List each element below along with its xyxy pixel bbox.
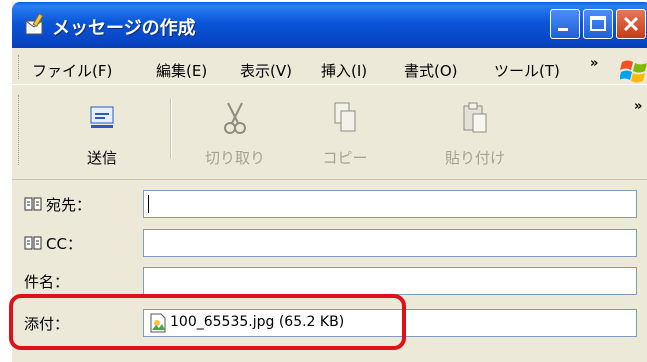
- toolbar-grip[interactable]: [18, 95, 21, 165]
- paste-label: 貼り付け: [444, 149, 505, 167]
- menu-file[interactable]: ファイル(F): [32, 60, 112, 81]
- menu-edit[interactable]: 編集(E): [156, 60, 207, 81]
- compose-icon: [24, 13, 48, 37]
- minimize-button[interactable]: [550, 9, 580, 39]
- cut-icon: [180, 101, 290, 141]
- send-label: 送信: [86, 149, 117, 167]
- subject-label: 件名：: [24, 273, 70, 291]
- send-button[interactable]: 送信: [62, 85, 142, 177]
- attachment-highlight: [9, 294, 406, 350]
- maximize-button[interactable]: [583, 9, 613, 39]
- maximize-icon: [590, 16, 606, 31]
- cut-button[interactable]: 切り取り: [180, 85, 290, 177]
- toolbar-overflow-chevron[interactable]: »: [634, 99, 642, 114]
- cc-label: CC：: [46, 235, 82, 253]
- menu-insert[interactable]: 挿入(I): [321, 60, 367, 81]
- to-field[interactable]: [143, 190, 637, 218]
- window-title: メッセージの作成: [52, 18, 196, 39]
- copy-button[interactable]: コピー: [290, 85, 400, 177]
- cut-label: 切り取り: [204, 149, 265, 167]
- windows-logo-icon: [619, 58, 647, 88]
- close-button[interactable]: [616, 9, 646, 39]
- cc-field[interactable]: [143, 229, 637, 257]
- to-label: 宛先：: [46, 196, 92, 214]
- title-bar[interactable]: メッセージの作成: [12, 2, 647, 48]
- to-row: 宛先：: [12, 186, 647, 224]
- menu-tools[interactable]: ツール(T): [494, 60, 560, 81]
- text-caret: [148, 195, 149, 213]
- close-icon: [623, 16, 639, 32]
- copy-icon: [290, 101, 400, 141]
- address-book-icon: [24, 235, 42, 255]
- subject-field[interactable]: [143, 267, 637, 295]
- copy-label: コピー: [322, 149, 368, 167]
- paste-icon: [420, 101, 530, 141]
- menu-bar: ファイル(F) 編集(E) 表示(V) 挿入(I) 書式(O) ツール(T) »: [12, 48, 647, 85]
- cc-address-book-button[interactable]: CC：: [24, 233, 82, 255]
- address-book-icon: [24, 196, 42, 216]
- toolbar-separator: [170, 99, 172, 159]
- cc-row: CC：: [12, 225, 647, 263]
- menu-view[interactable]: 表示(V): [240, 60, 292, 81]
- toolbar: 送信 切り取り コピー 貼り付け »: [12, 85, 647, 180]
- to-address-book-button[interactable]: 宛先：: [24, 194, 91, 216]
- menu-overflow-chevron[interactable]: »: [590, 56, 598, 71]
- send-icon: [62, 101, 142, 141]
- menu-grip[interactable]: [18, 55, 21, 79]
- minimize-icon: [558, 28, 568, 31]
- paste-button[interactable]: 貼り付け: [420, 85, 530, 177]
- menu-format[interactable]: 書式(O): [404, 60, 458, 81]
